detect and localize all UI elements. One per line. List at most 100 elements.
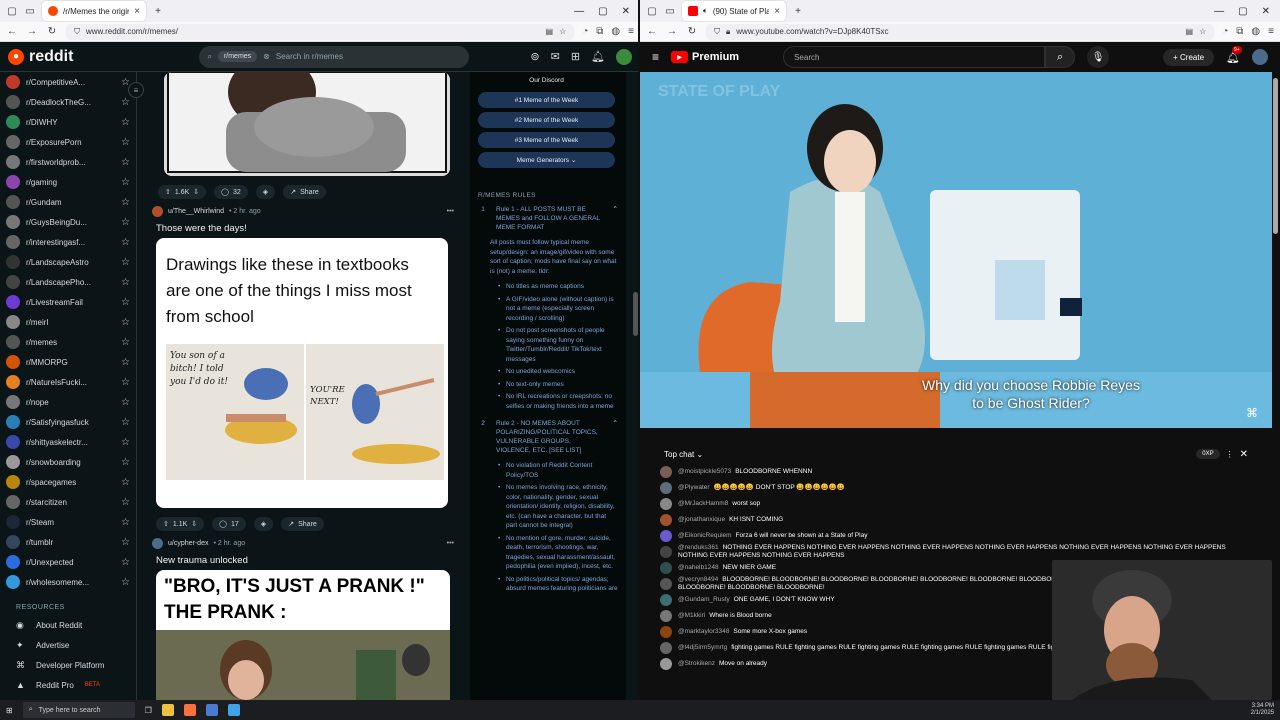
- reddit-logo[interactable]: ● reddit: [8, 48, 73, 66]
- app-icon[interactable]: [227, 704, 240, 716]
- favorite-star-icon[interactable]: ☆: [121, 437, 130, 448]
- create-post-icon[interactable]: ⊞: [571, 50, 580, 63]
- chat-author[interactable]: @renduks361: [678, 544, 719, 551]
- sidebar-item-community[interactable]: r/spacegames ☆: [6, 472, 130, 492]
- taskbar-search[interactable]: ⌕ Type here to search: [22, 702, 135, 718]
- sidebar-item-community[interactable]: r/MMORPG ☆: [6, 352, 130, 372]
- chat-author[interactable]: @EikonicRequiem: [678, 532, 732, 539]
- award-button[interactable]: ◈: [253, 517, 274, 531]
- bookmark-star-icon[interactable]: ☆: [559, 27, 566, 36]
- chat-avatar[interactable]: [660, 658, 672, 670]
- sidebar-link-button[interactable]: Meme Generators ⌄: [478, 152, 615, 168]
- vote-group[interactable]: ⇧ 1.6K ⇩: [158, 185, 207, 199]
- speaker-icon[interactable]: 🔈︎: [703, 6, 708, 16]
- points-badge[interactable]: 0XP: [1196, 449, 1220, 459]
- reddit-search-bar[interactable]: ⌕ r/memes ⊗ Search in r/memes: [199, 45, 470, 68]
- back-icon[interactable]: ←: [6, 26, 18, 37]
- chat-author[interactable]: @moistpickle5073: [678, 468, 731, 475]
- address-field[interactable]: ⛉ 🔒︎ www.youtube.com/watch?v=DJp8K40TSxc…: [706, 23, 1215, 40]
- chat-avatar[interactable]: [660, 562, 672, 574]
- account-icon[interactable]: ◍: [611, 26, 620, 37]
- youtube-logo[interactable]: ▶ Premium: [671, 51, 739, 63]
- comments-button[interactable]: ◯ 32: [214, 185, 248, 199]
- sidebar-item-community[interactable]: r/tumblr ☆: [6, 532, 130, 552]
- post-image[interactable]: [164, 72, 450, 176]
- sidebar-item-community[interactable]: r/Steam ☆: [6, 512, 130, 532]
- sidebar-item-community[interactable]: r/DIWHY ☆: [6, 112, 130, 132]
- chat-avatar[interactable]: [660, 530, 672, 542]
- favorite-star-icon[interactable]: ☆: [121, 297, 130, 308]
- share-button[interactable]: ↗ Share: [283, 185, 326, 199]
- tab-youtube[interactable]: 🔈︎ (90) State of Play Japan | N ×: [682, 1, 786, 21]
- sidebar-toggle-icon[interactable]: ▭: [24, 6, 36, 17]
- rule-1[interactable]: 1 Rule 1 - ALL POSTS MUST BE MEMES and F…: [478, 205, 618, 232]
- chat-message[interactable]: @EikonicRequiem Forza 6 will never be sho…: [660, 528, 1252, 544]
- sidebar-item-community[interactable]: r/firstworldprob... ☆: [6, 152, 130, 172]
- post-author[interactable]: u/The__Whirlwind: [168, 208, 224, 215]
- sidebar-item-community[interactable]: r/LivestreamFail ☆: [6, 292, 130, 312]
- chrome-icon[interactable]: [205, 704, 218, 716]
- post-card[interactable]: u/The__Whirlwind • 2 hr. ago ••• Those w…: [152, 206, 454, 534]
- chat-author[interactable]: @Plywater: [678, 484, 710, 491]
- task-view-icon[interactable]: ❐: [145, 706, 152, 715]
- account-icon[interactable]: ◍: [1251, 26, 1260, 37]
- chevron-up-icon[interactable]: ⌃: [613, 205, 618, 232]
- favorite-star-icon[interactable]: ☆: [121, 217, 130, 228]
- sidebar-item-community[interactable]: r/shittyaskelectr... ☆: [6, 432, 130, 452]
- back-icon[interactable]: ←: [646, 26, 658, 37]
- favorite-star-icon[interactable]: ☆: [121, 277, 130, 288]
- minimize-icon[interactable]: —: [1214, 6, 1224, 17]
- close-window-icon[interactable]: ✕: [1262, 6, 1270, 17]
- post-title[interactable]: Those were the days!: [156, 223, 454, 234]
- chat-author[interactable]: @marktaylor3348: [678, 628, 729, 635]
- reader-icon[interactable]: ▤: [546, 27, 554, 36]
- maximize-icon[interactable]: ▢: [598, 6, 607, 17]
- post-title[interactable]: New trauma unlocked: [156, 555, 454, 566]
- chat-author[interactable]: @MrJackHamm8: [678, 500, 728, 507]
- sidebar-item-community[interactable]: r/wholesomeme... ☆: [6, 572, 130, 592]
- bookmark-star-icon[interactable]: ☆: [1199, 27, 1206, 36]
- favorite-star-icon[interactable]: ☆: [121, 497, 130, 508]
- chat-message[interactable]: @Plywater 😀😀😀😀😀 DON'T STOP 😀😀😀😀😀😀: [660, 480, 1252, 496]
- sidebar-item-community[interactable]: r/meirl ☆: [6, 312, 130, 332]
- extension-icon[interactable]: ⧉: [596, 26, 603, 37]
- sidebar-item-community[interactable]: r/NatureIsFucki... ☆: [6, 372, 130, 392]
- favorite-star-icon[interactable]: ☆: [121, 117, 130, 128]
- chat-mode-dropdown[interactable]: Top chat ⌄: [664, 450, 703, 459]
- chevron-up-icon[interactable]: ⌃: [613, 419, 618, 455]
- chat-avatar[interactable]: [660, 578, 672, 590]
- upvote-icon[interactable]: ⇧: [163, 520, 169, 528]
- pocket-icon[interactable]: ◔: [1222, 26, 1228, 37]
- notification-bell-icon[interactable]: 🔔︎: [591, 50, 605, 63]
- menu-icon[interactable]: ≡: [628, 26, 634, 37]
- pocket-icon[interactable]: ◔: [582, 26, 588, 37]
- post-card[interactable]: u/cypher-dex • 2 hr. ago ••• New trauma …: [152, 538, 454, 700]
- chat-message[interactable]: @MrJackHamm8 worst sop: [660, 496, 1252, 512]
- voice-search-icon[interactable]: 🎙︎: [1087, 46, 1110, 68]
- firefox-icon[interactable]: [183, 704, 196, 716]
- favorite-star-icon[interactable]: ☆: [121, 377, 130, 388]
- windows-start-icon[interactable]: ⊞: [6, 706, 13, 715]
- downvote-icon[interactable]: ⇩: [191, 520, 197, 528]
- sidebar-item-community[interactable]: r/snowboarding ☆: [6, 452, 130, 472]
- search-community-chip[interactable]: r/memes: [217, 51, 258, 62]
- menu-icon[interactable]: ≡: [1268, 26, 1274, 37]
- favorite-star-icon[interactable]: ☆: [121, 237, 130, 248]
- sidebar-link-button[interactable]: Our Discord: [478, 72, 615, 88]
- chat-message[interactable]: @moistpickle5073 BLOODBORNE WHENNN: [660, 464, 1252, 480]
- chat-icon[interactable]: ✉: [551, 50, 560, 63]
- address-field[interactable]: ⛉ www.reddit.com/r/memes/ ▤ ☆: [66, 23, 575, 40]
- sidebar-item-community[interactable]: r/memes ☆: [6, 332, 130, 352]
- favorite-star-icon[interactable]: ☆: [121, 537, 130, 548]
- sidebar-item-community[interactable]: r/interestingasf... ☆: [6, 232, 130, 252]
- sidebar-toggle-icon[interactable]: ▭: [664, 6, 676, 17]
- post-author[interactable]: u/cypher-dex: [168, 540, 208, 547]
- chat-message[interactable]: @renduks361 NOTHING EVER HAPPENS NOTHING …: [660, 544, 1252, 560]
- clear-chip-icon[interactable]: ⊗: [263, 52, 270, 61]
- chat-avatar[interactable]: [660, 626, 672, 638]
- chat-message[interactable]: @jonathanxique KH ISNT COMING: [660, 512, 1252, 528]
- sidebar-item-community[interactable]: r/Unexpected ☆: [6, 552, 130, 572]
- notification-bell-icon[interactable]: 🔔︎ 9+: [1226, 45, 1242, 64]
- favorite-star-icon[interactable]: ☆: [121, 477, 130, 488]
- favorite-star-icon[interactable]: ☆: [121, 337, 130, 348]
